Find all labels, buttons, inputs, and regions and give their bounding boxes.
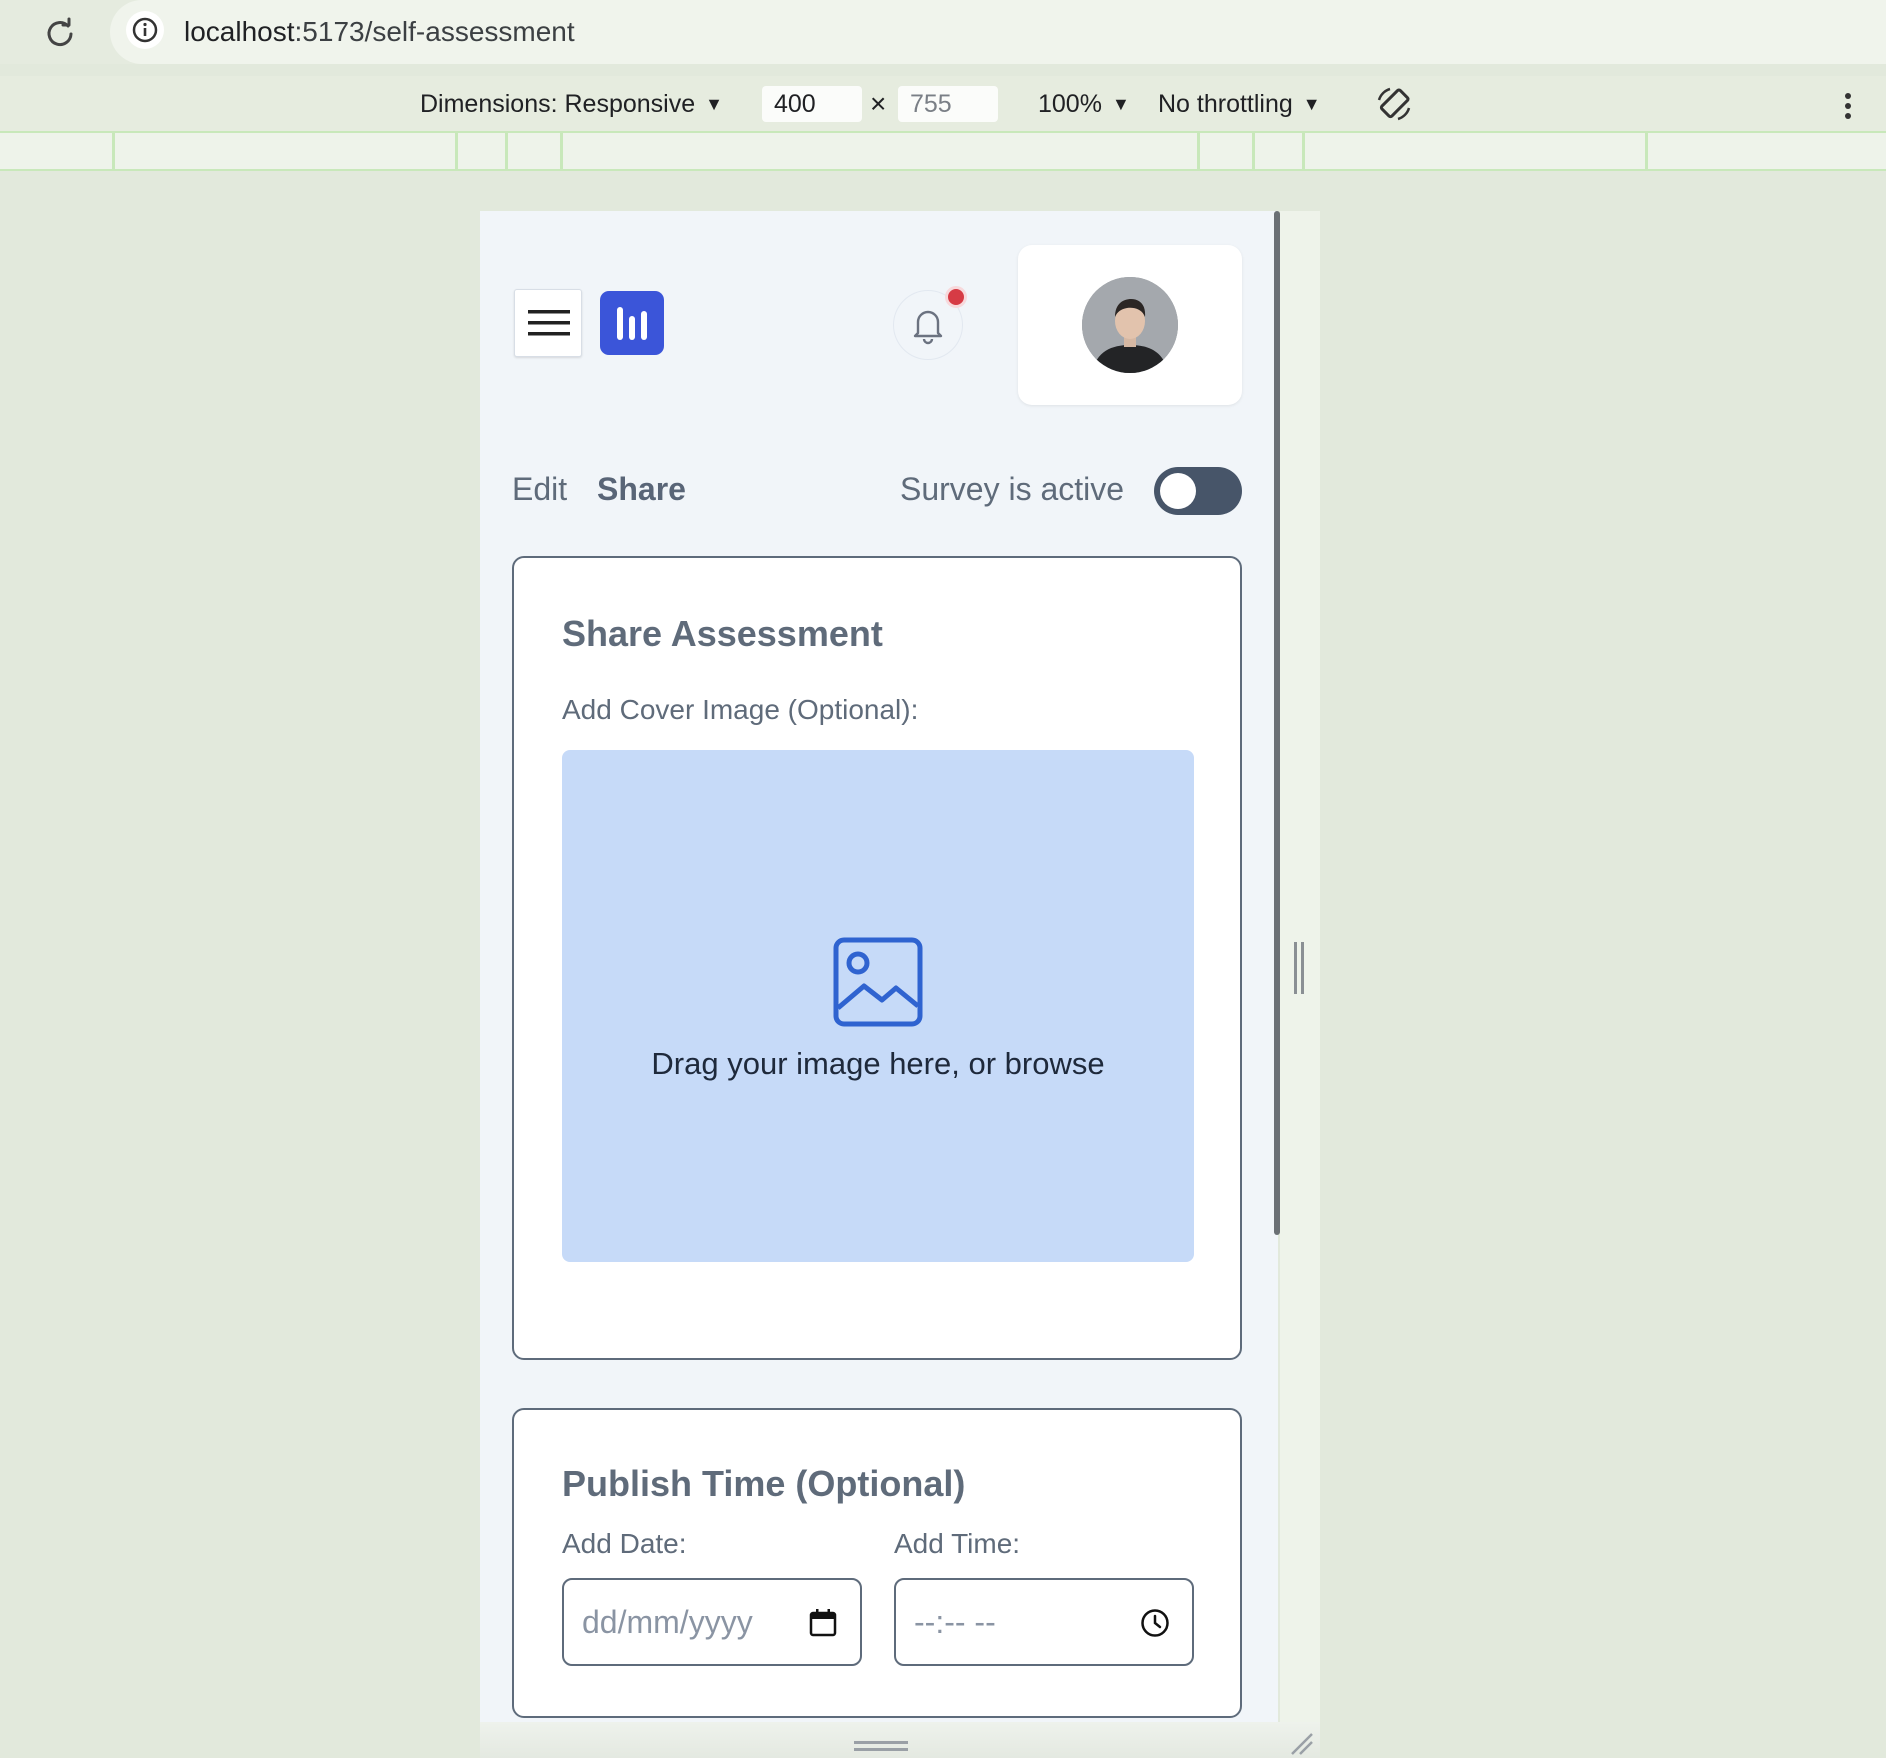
times-separator: × [870,88,887,119]
throttling-label: No throttling [1158,90,1293,118]
tab-edit[interactable]: Edit [512,469,567,509]
calendar-icon[interactable] [806,1606,840,1640]
profile-menu[interactable] [1018,245,1242,405]
url-host: localhost [184,16,295,47]
survey-active-toggle[interactable] [1154,467,1242,515]
height-input[interactable]: 755 [898,86,998,122]
publish-time-title: Publish Time (Optional) [562,1463,966,1504]
chevron-down-icon: ▼ [1302,94,1321,114]
share-assessment-title: Share Assessment [562,613,883,654]
publish-time-card: Publish Time (Optional) Add Date: Add Ti… [512,1408,1242,1718]
app-logo[interactable] [600,291,664,355]
dropzone-instructions: Drag your image here, or browse [651,1046,1105,1081]
hamburger-menu-button[interactable] [514,289,582,357]
url-text: localhost:5173/self-assessment [184,14,575,50]
image-icon [833,937,923,1027]
notification-badge [945,286,967,308]
hamburger-icon [528,310,570,336]
width-input[interactable]: 400 [762,86,862,122]
time-placeholder: --:-- -- [914,1604,996,1640]
bar-chart-logo-icon [617,307,647,340]
ruler-tick [505,133,508,171]
avatar[interactable] [1082,277,1178,373]
date-input[interactable]: dd/mm/yyyy [562,1578,862,1666]
device-toolbar: Dimensions: Responsive ▼ 400 × 755 100% ▼ … [0,76,1886,132]
chevron-down-icon: ▼ [705,94,723,114]
media-query-ruler[interactable] [0,131,1886,171]
time-input[interactable]: --:-- -- [894,1578,1194,1666]
cover-image-label: Add Cover Image (Optional): [562,694,919,725]
browser-address-bar: localhost:5173/self-assessment [0,0,1886,64]
resize-handle-icon[interactable] [1293,942,1305,994]
ruler-tick [455,133,458,171]
chevron-down-icon: ▼ [1111,94,1130,114]
ruler-tick [1645,133,1648,171]
date-placeholder: dd/mm/yyyy [582,1604,753,1640]
ruler-tick [1197,133,1200,171]
reload-icon[interactable] [40,12,80,52]
survey-status-label: Survey is active [900,471,1125,507]
zoom-label: 100% [1038,90,1102,118]
dimensions-dropdown[interactable]: Dimensions: Responsive ▼ [420,88,723,120]
device-viewport: Edit Share Survey is active Share Assess… [480,211,1278,1758]
site-info-icon[interactable] [125,10,165,50]
corner-resize-icon[interactable] [1288,1730,1314,1756]
zoom-dropdown[interactable]: 100% ▼ [1038,88,1130,120]
url-path: :5173/self-assessment [294,16,575,47]
ruler-tick [1252,133,1255,171]
drag-handle-icon[interactable] [854,1740,908,1752]
cover-image-dropzone[interactable]: Drag your image here, or browse [562,750,1194,1262]
share-assessment-card: Share Assessment Add Cover Image (Option… [512,556,1242,1360]
dimensions-label: Dimensions: Responsive [420,90,696,118]
tab-share[interactable]: Share [597,469,686,509]
time-label: Add Time: [894,1528,1021,1559]
ruler-tick [1302,133,1305,171]
ruler-tick [560,133,563,171]
user-photo-icon [1082,277,1178,373]
ruler-tick [112,133,115,171]
throttling-dropdown[interactable]: No throttling ▼ [1158,88,1321,120]
rotate-icon[interactable] [1374,84,1414,124]
clock-icon[interactable] [1138,1606,1172,1640]
toggle-knob [1160,473,1196,509]
date-label: Add Date: [562,1528,687,1559]
more-options-icon[interactable] [1838,88,1858,124]
